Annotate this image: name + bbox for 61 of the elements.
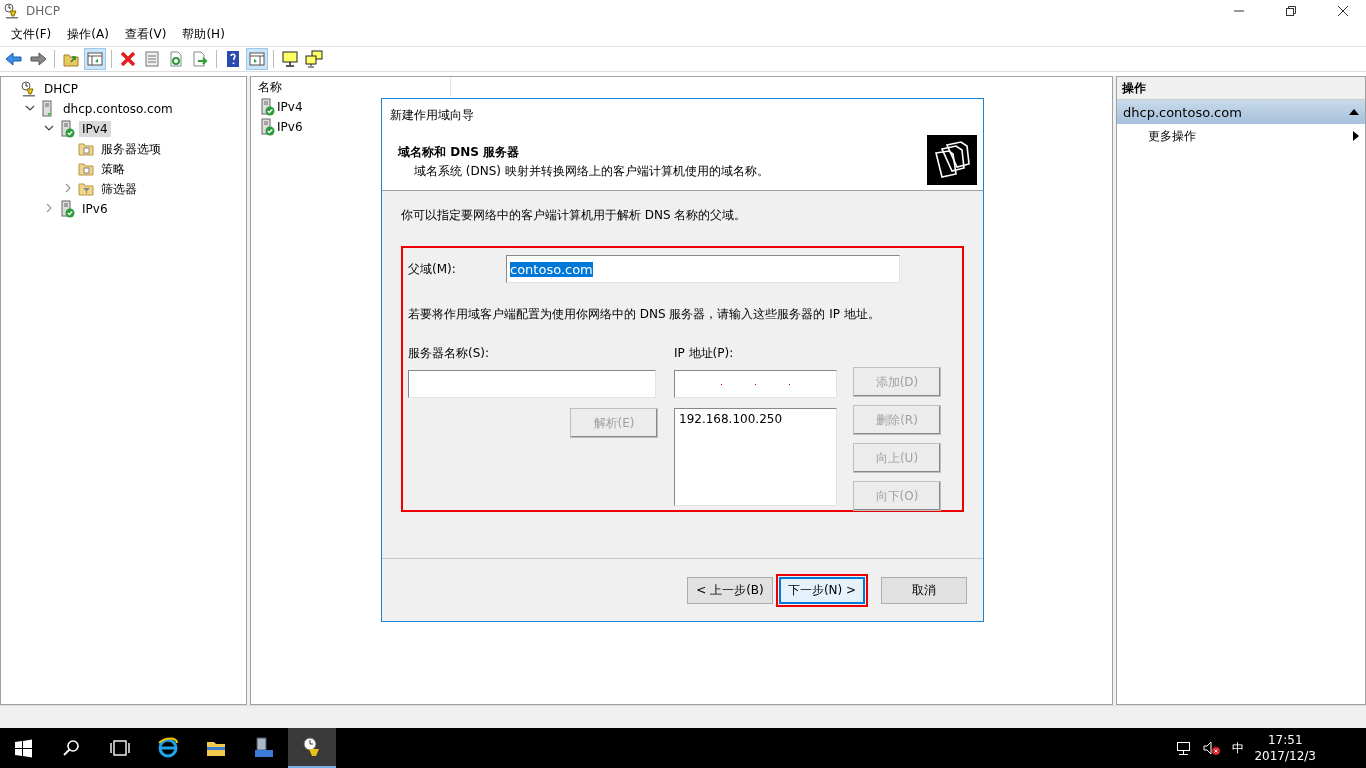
server-check-icon [259, 118, 275, 136]
action-item[interactable]: 更多操作 [1148, 127, 1196, 145]
list-item[interactable]: IPv4 [277, 100, 303, 114]
collapse-triangle-icon [1349, 109, 1359, 115]
server-check-icon [59, 200, 75, 218]
actions-header: 操作 [1117, 77, 1365, 100]
field-label: 服务器名称(S): [408, 345, 491, 362]
intro-text: 你可以指定要网络中的客户端计算机用于解析 DNS 名称的父域。 [401, 207, 748, 224]
instruction-text: 若要将作用域客户端配置为使用你网络中的 DNS 服务器，请输入这些服务器的 IP 地址。 [408, 306, 881, 323]
taskbar-button[interactable] [288, 728, 336, 768]
clock[interactable]: 17:51 2017/12/3 [1254, 732, 1316, 764]
tree-item[interactable]: 策略 [98, 159, 128, 179]
actions-section[interactable]: dhcp.contoso.com [1117, 100, 1365, 124]
app-icon [4, 3, 20, 19]
server-toolbox-icon [253, 737, 275, 759]
browser-e-icon [157, 737, 179, 759]
task-view-icon [109, 737, 131, 759]
tree-item[interactable]: DHCP [41, 81, 81, 97]
restore-icon[interactable] [1286, 6, 1296, 16]
close-icon[interactable] [1338, 6, 1348, 16]
tree-pane-icon[interactable] [84, 48, 106, 70]
field-label: 父域(M): [408, 260, 457, 278]
tree-item[interactable]: 筛选器 [98, 179, 140, 199]
tree-item[interactable]: dhcp.contoso.com [60, 101, 176, 117]
menu-item[interactable]: 文件(F) [4, 23, 59, 45]
folders-icon [927, 135, 977, 185]
filter-folder-icon [78, 181, 94, 197]
windows-logo-icon [13, 737, 35, 759]
menu-item[interactable]: 帮助(H) [175, 23, 232, 45]
ip-address-field[interactable] [674, 370, 837, 398]
input-method-indicator[interactable]: 中 [1232, 739, 1245, 757]
dhcp-icon [21, 81, 37, 97]
muted-speaker-icon[interactable] [1202, 740, 1223, 756]
monitors-icon[interactable] [303, 48, 325, 70]
server-check-icon [59, 120, 75, 138]
server-check-icon [259, 98, 275, 116]
action-pane-icon[interactable] [246, 48, 268, 70]
page-subheading: 域名系统 (DNS) 映射并转换网络上的客户端计算机使用的域名称。 [414, 163, 770, 180]
tree-item[interactable]: 服务器选项 [98, 139, 164, 159]
column-header[interactable]: 名称 [251, 77, 451, 97]
tree-item[interactable]: IPv4 [79, 121, 111, 137]
ip-address-list[interactable]: 192.168.100.250 [674, 408, 837, 506]
wizard-button[interactable]: < 上一步(B) [687, 576, 773, 604]
submenu-triangle-icon [1353, 131, 1359, 141]
wizard-button[interactable]: 取消 [881, 576, 967, 604]
menu-item[interactable]: 操作(A) [60, 23, 116, 45]
list-item[interactable]: 192.168.100.250 [679, 412, 832, 426]
window-title: DHCP [26, 4, 61, 18]
parent-domain-field[interactable]: contoso.com [506, 255, 900, 283]
wizard-button[interactable]: 下一步(N) > [779, 576, 865, 604]
dialog-title: 新建作用域向导 [390, 107, 475, 124]
folder-icon [78, 141, 94, 157]
network-icon[interactable] [1176, 740, 1193, 756]
monitor-icon[interactable] [279, 48, 301, 70]
tree-item[interactable]: IPv6 [79, 201, 111, 217]
server-name-field[interactable] [408, 370, 656, 398]
list-item[interactable]: IPv6 [277, 120, 303, 134]
field-label: IP 地址(P): [674, 345, 735, 362]
folder-icon [78, 161, 94, 177]
page-heading: 域名称和 DNS 服务器 [398, 144, 520, 161]
menu-item[interactable]: 查看(V) [117, 23, 174, 45]
